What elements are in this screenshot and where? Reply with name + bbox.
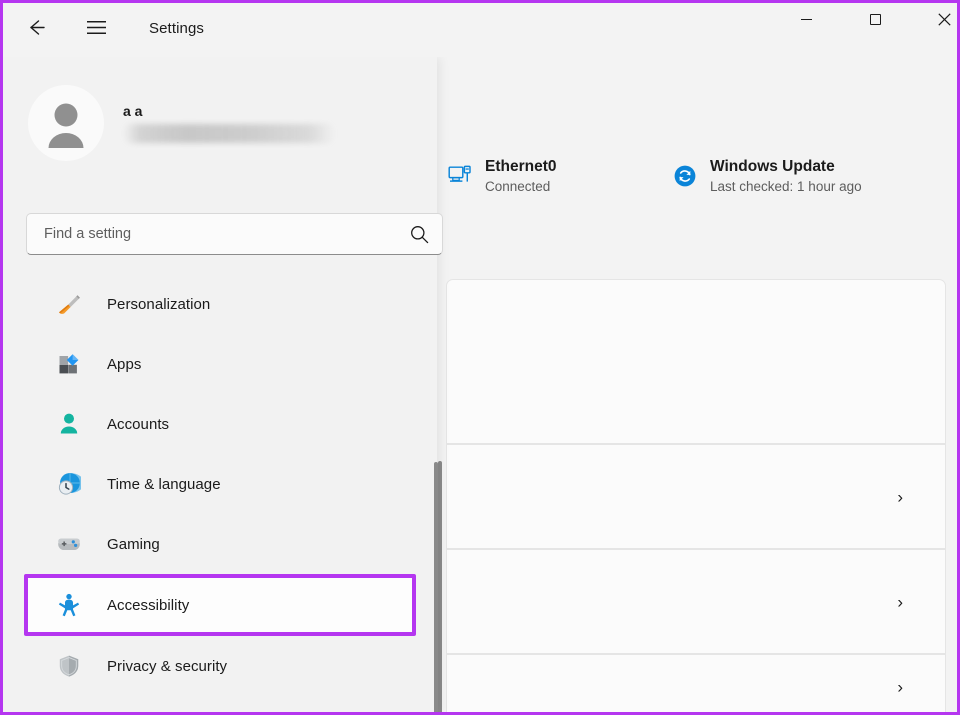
- chevron-right-icon: ›: [897, 677, 903, 696]
- maximize-button[interactable]: [852, 3, 898, 36]
- paintbrush-icon: [57, 292, 81, 316]
- sidebar-item-privacy-security[interactable]: Privacy & security: [24, 636, 416, 696]
- search-box[interactable]: [26, 213, 443, 255]
- gamepad-icon: [57, 532, 81, 556]
- minimize-button[interactable]: [783, 3, 829, 36]
- sidebar-item-label: Apps: [107, 355, 142, 373]
- hamburger-menu-button[interactable]: [74, 7, 118, 47]
- sidebar-nav-list: Personalization Apps Accounts Time & lan…: [3, 274, 437, 696]
- account-email-redacted: [123, 124, 335, 143]
- sidebar-item-label: Gaming: [107, 535, 160, 553]
- person-icon: [57, 412, 81, 436]
- clock-globe-icon: [57, 472, 81, 496]
- minimize-icon: [800, 19, 812, 20]
- update-refresh-icon: [673, 164, 697, 188]
- status-title: Ethernet0: [485, 158, 557, 175]
- settings-card[interactable]: ›: [446, 444, 946, 549]
- avatar-person-icon: [48, 103, 84, 148]
- status-strip: Ethernet0 Connected Windows Update Last …: [448, 157, 862, 195]
- avatar: [28, 85, 104, 161]
- sidebar-scrollbar[interactable]: [433, 462, 439, 712]
- settings-card[interactable]: [446, 279, 946, 444]
- sidebar-scrollbar-thumb[interactable]: [434, 462, 438, 712]
- accessibility-person-icon: [57, 593, 81, 617]
- account-block[interactable]: a a: [28, 85, 335, 161]
- back-button[interactable]: [13, 7, 57, 47]
- status-item-windows-update[interactable]: Windows Update Last checked: 1 hour ago: [673, 157, 862, 195]
- close-icon: [937, 13, 951, 26]
- sidebar-item-label: Privacy & security: [107, 657, 228, 675]
- search-input[interactable]: [44, 226, 410, 242]
- sidebar-item-label: Accessibility: [107, 596, 190, 614]
- account-text: a a: [123, 103, 335, 143]
- status-item-ethernet[interactable]: Ethernet0 Connected: [448, 157, 673, 195]
- settings-card[interactable]: ›: [446, 549, 946, 654]
- sidebar-item-label: Personalization: [107, 295, 211, 313]
- title-bar: Settings: [3, 3, 957, 57]
- sidebar-item-personalization[interactable]: Personalization: [24, 274, 416, 334]
- maximize-icon: [869, 14, 881, 25]
- sidebar-item-accounts[interactable]: Accounts: [24, 394, 416, 454]
- sidebar-item-time-language[interactable]: Time & language: [24, 454, 416, 514]
- chevron-right-icon: ›: [897, 487, 903, 506]
- status-title: Windows Update: [710, 158, 835, 175]
- back-arrow-icon: [29, 19, 45, 35]
- chevron-right-icon: ›: [897, 592, 903, 611]
- sidebar-item-label: Accounts: [107, 415, 170, 433]
- status-subtitle: Last checked: 1 hour ago: [710, 179, 862, 194]
- sidebar-item-apps[interactable]: Apps: [24, 334, 416, 394]
- sidebar-item-accessibility[interactable]: Accessibility: [24, 574, 416, 636]
- apps-grid-icon: [57, 352, 81, 376]
- settings-window: Settings Ethernet0 Connected Windows Upd…: [0, 0, 960, 715]
- sidebar-item-label: Time & language: [107, 475, 221, 493]
- search-icon[interactable]: [410, 225, 429, 244]
- account-name: a a: [123, 103, 143, 119]
- navigation-flyout: a a Pers: [3, 57, 443, 712]
- window-title: Settings: [149, 20, 204, 37]
- shield-icon: [57, 654, 81, 678]
- hamburger-icon: [86, 20, 106, 34]
- status-subtitle: Connected: [485, 179, 551, 194]
- ethernet-monitor-icon: [448, 164, 472, 188]
- close-button[interactable]: [921, 3, 957, 36]
- sidebar-item-gaming[interactable]: Gaming: [24, 514, 416, 574]
- settings-card[interactable]: ›: [446, 654, 946, 712]
